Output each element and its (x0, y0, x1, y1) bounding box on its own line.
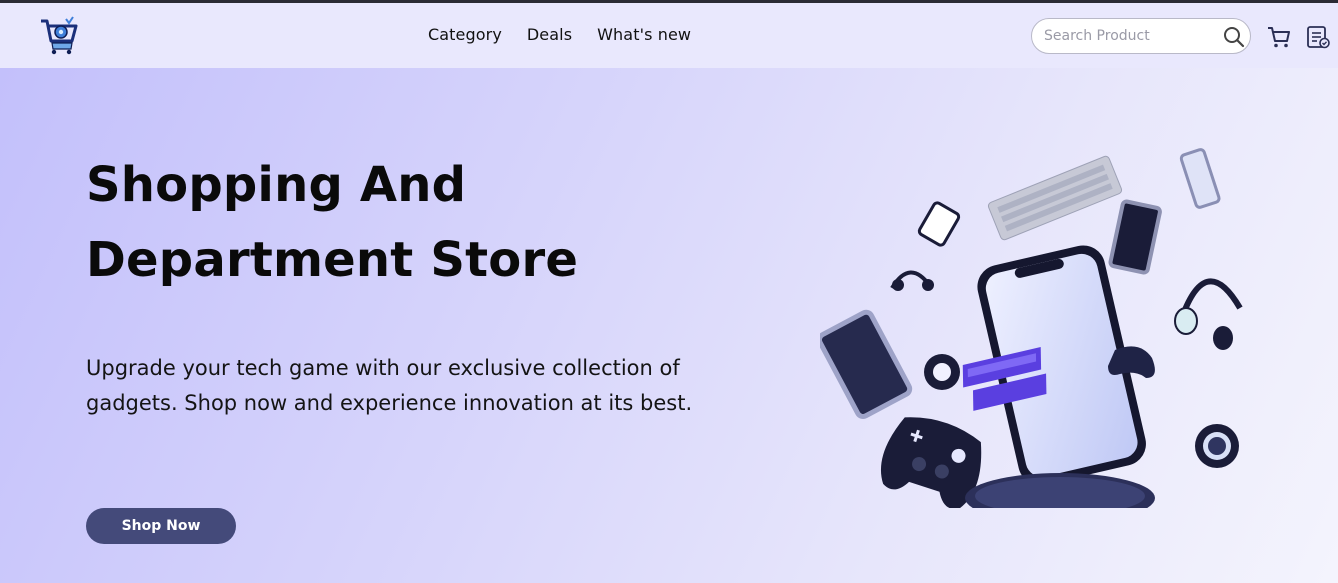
nav-category-link[interactable]: Category (428, 25, 502, 44)
search-icon[interactable] (1222, 25, 1246, 49)
gadgets-illustration (816, 78, 1260, 553)
search-input[interactable] (1044, 26, 1214, 46)
search-box (1031, 18, 1251, 54)
nav-whats-new-link[interactable]: What's new (597, 25, 691, 44)
hero-title: Shopping And Department Store (86, 157, 579, 288)
navbar: Category Deals What's new (0, 3, 1338, 68)
hero-description: Upgrade your tech game with our exclusiv… (86, 356, 693, 415)
shopping-cart-logo-icon[interactable] (38, 15, 80, 55)
order-list-icon[interactable] (1305, 24, 1331, 50)
shop-now-button[interactable]: Shop Now (86, 508, 236, 544)
cart-icon[interactable] (1266, 24, 1292, 50)
nav-deals-link[interactable]: Deals (527, 25, 572, 44)
main-nav: Category Deals What's new (428, 25, 691, 44)
